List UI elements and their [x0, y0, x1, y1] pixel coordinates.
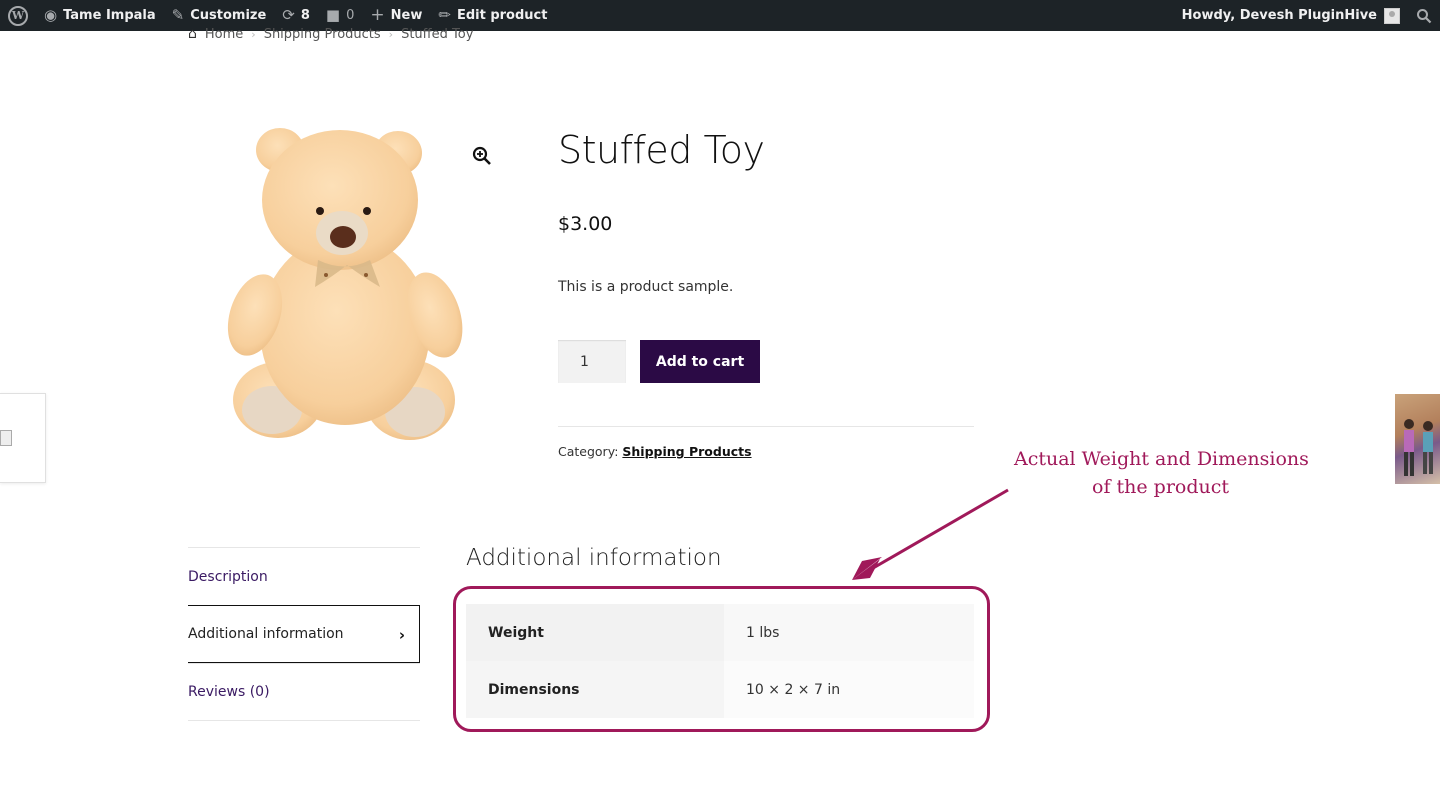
- category-link[interactable]: Shipping Products: [622, 444, 751, 459]
- breadcrumb: ⌂ Home › Shipping Products › Stuffed Toy: [188, 26, 473, 42]
- wordpress-menu[interactable]: W: [0, 0, 36, 31]
- comment-icon: ■: [325, 6, 341, 24]
- additional-info-title: Additional information: [466, 545, 722, 571]
- tab-additional-information[interactable]: Additional information ›: [188, 605, 420, 663]
- breadcrumb-home-link[interactable]: Home: [205, 27, 243, 42]
- divider: [558, 426, 974, 427]
- home-icon: ⌂: [188, 26, 197, 42]
- my-account-menu[interactable]: Howdy, Devesh PluginHive: [1174, 0, 1408, 31]
- annotation-text-line2: of the product: [1092, 476, 1230, 498]
- dashboard-icon: ◉: [44, 6, 58, 24]
- breadcrumb-current: Stuffed Toy: [401, 26, 474, 42]
- chevron-right-icon: ›: [398, 626, 405, 644]
- product-tabs: Description Additional information › Rev…: [188, 547, 420, 721]
- add-to-cart-button[interactable]: Add to cart: [640, 340, 760, 383]
- zoom-icon[interactable]: [472, 146, 492, 166]
- site-name: Tame Impala: [63, 8, 156, 23]
- product-title: Stuffed Toy: [558, 128, 765, 172]
- annotation-highlight-box: [453, 586, 990, 732]
- product-price: $3.00: [558, 213, 613, 235]
- admin-search-button[interactable]: [1408, 0, 1440, 31]
- breadcrumb-separator-icon: ›: [251, 27, 256, 41]
- tab-description[interactable]: Description: [188, 547, 420, 605]
- right-side-thumbnail[interactable]: [1395, 394, 1440, 484]
- avatar: [1384, 7, 1400, 24]
- product-category: Category: Shipping Products: [558, 444, 752, 459]
- breadcrumb-category-link[interactable]: Shipping Products: [264, 27, 381, 42]
- product-short-description: This is a product sample.: [558, 279, 734, 295]
- left-side-thumbnail[interactable]: [0, 393, 46, 483]
- breadcrumb-separator-icon: ›: [388, 27, 394, 41]
- pencil-icon: ✏: [438, 6, 451, 24]
- plus-icon: +: [370, 5, 385, 25]
- product-image[interactable]: [220, 115, 480, 450]
- wordpress-logo-icon: W: [8, 5, 28, 26]
- quantity-input[interactable]: [558, 340, 626, 383]
- brush-icon: ✎: [171, 6, 185, 24]
- fitness-photo-icon: [1404, 419, 1433, 476]
- annotation-arrow-icon: [852, 488, 1009, 580]
- annotation-text-line1: Actual Weight and Dimensions: [1014, 448, 1309, 470]
- image-placeholder-icon: [0, 430, 12, 446]
- updates-icon: ⟳: [282, 6, 295, 24]
- search-icon: [1417, 8, 1432, 23]
- site-name-menu[interactable]: ◉ Tame Impala: [36, 0, 164, 31]
- tab-reviews[interactable]: Reviews (0): [188, 663, 420, 721]
